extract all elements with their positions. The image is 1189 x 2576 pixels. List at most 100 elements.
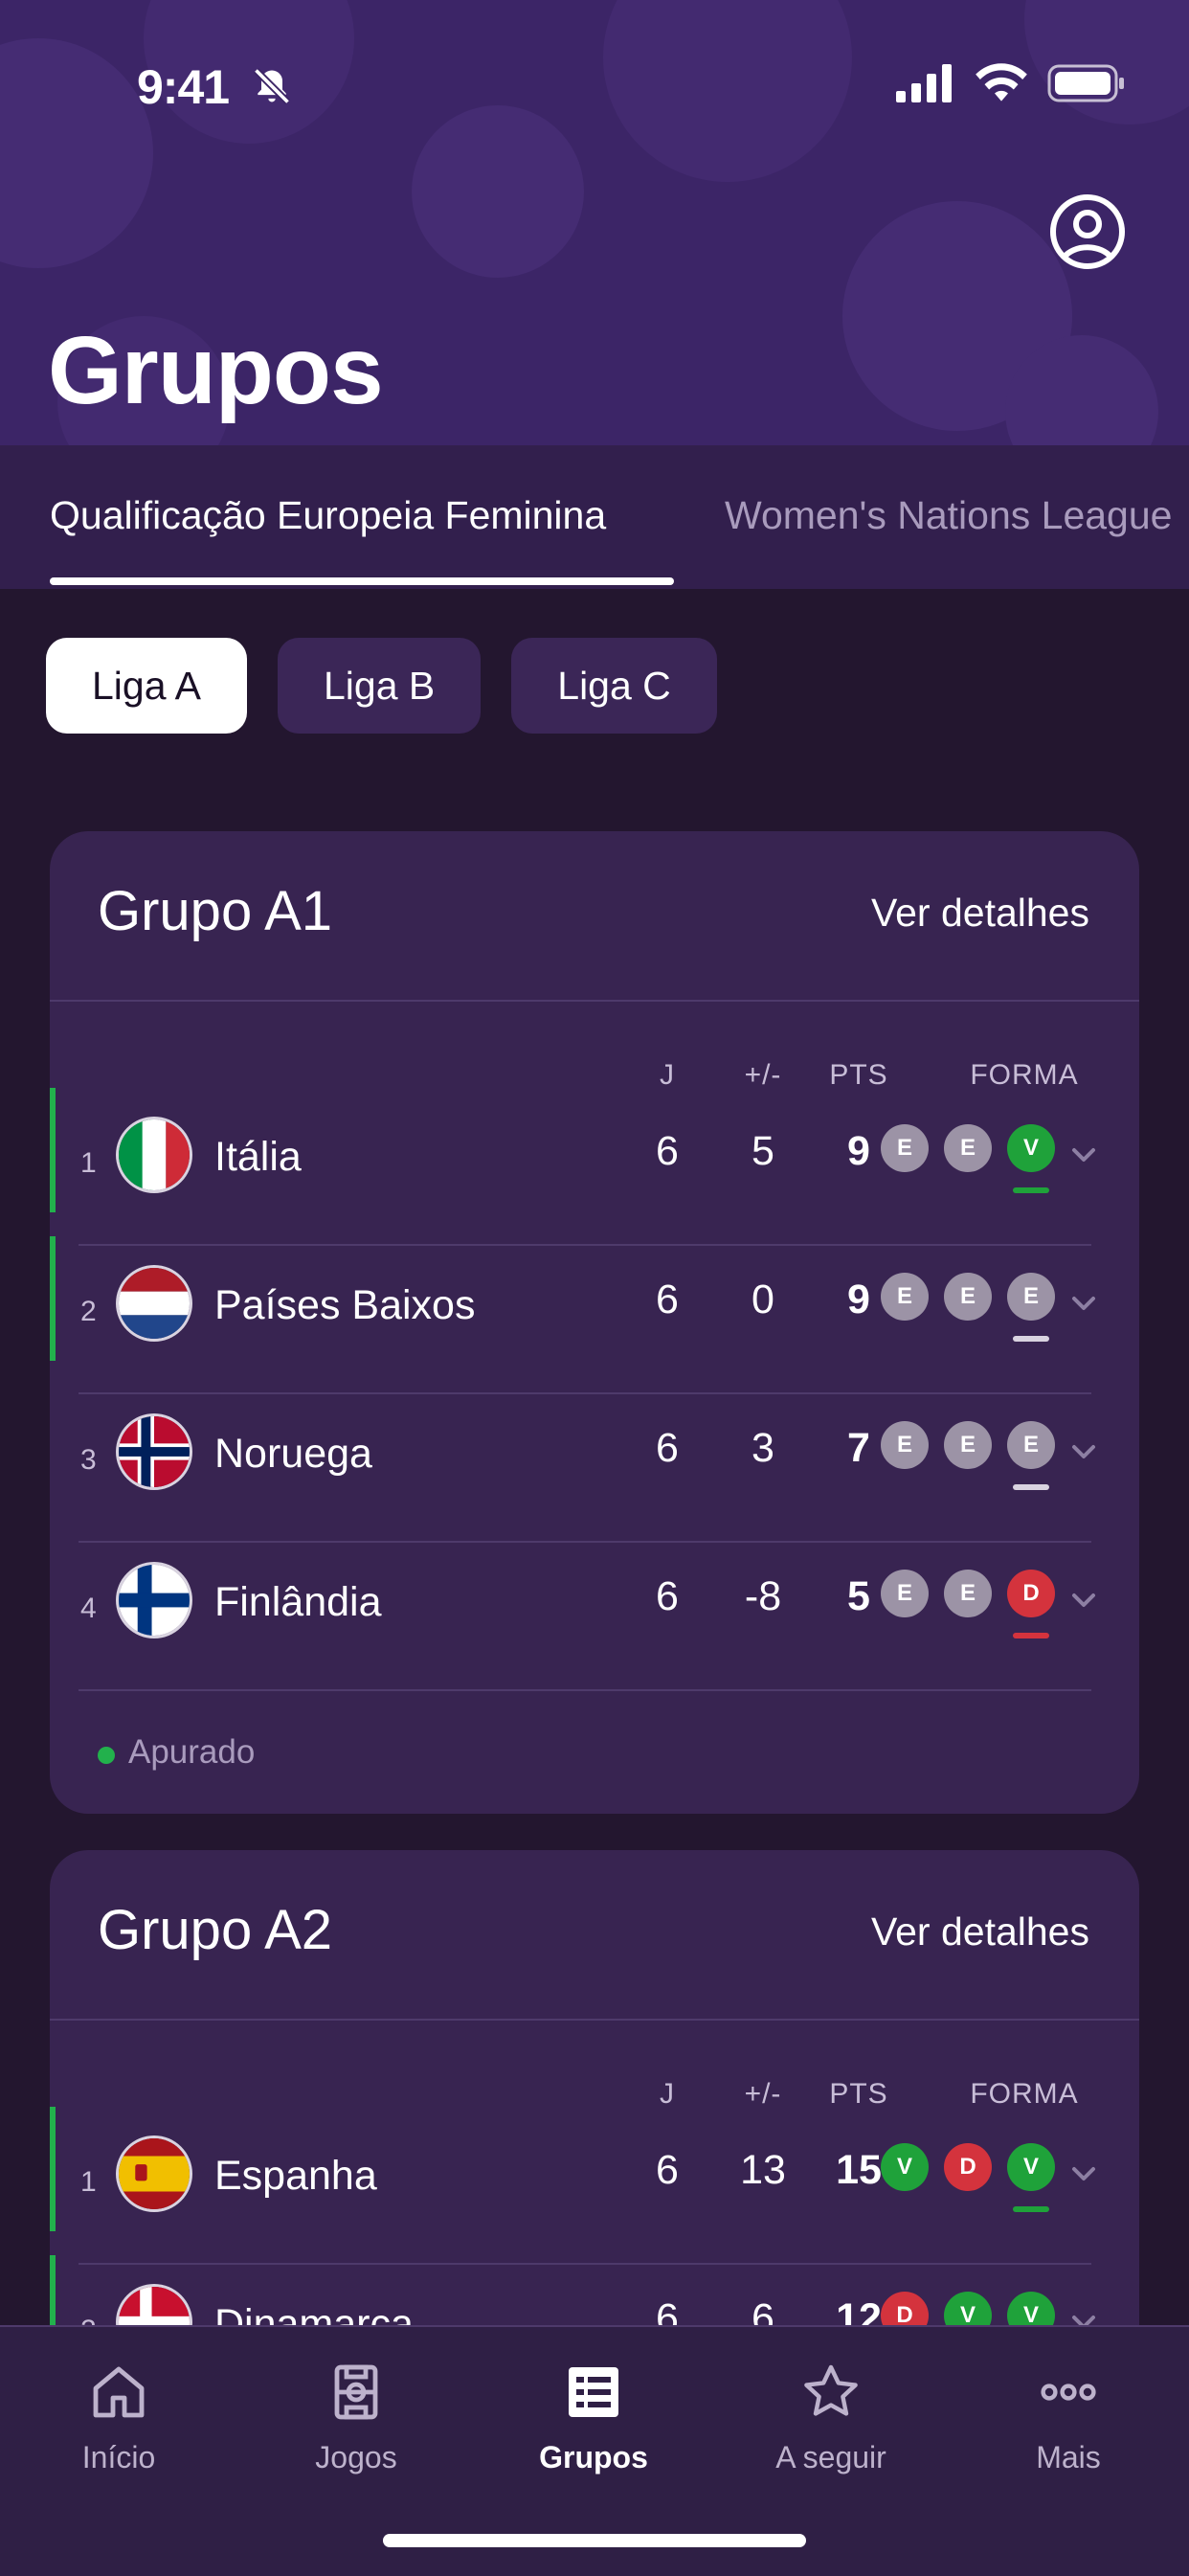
col-form: FORMA xyxy=(970,1059,1079,1091)
nav-mais[interactable]: Mais xyxy=(950,2327,1187,2519)
home-indicator xyxy=(383,2534,806,2547)
form-badges: EEV xyxy=(881,1124,1055,1193)
points: 7 xyxy=(847,1425,870,1471)
active-tab-indicator xyxy=(50,577,674,585)
pill-liga-c[interactable]: Liga C xyxy=(511,638,717,734)
form-badge: E xyxy=(944,1570,992,1617)
league-filter: Liga A Liga B Liga C xyxy=(46,638,717,734)
legend-text: Apurado xyxy=(128,1733,256,1771)
chevron-down-icon[interactable] xyxy=(1065,1433,1103,1471)
col-form: FORMA xyxy=(970,2078,1079,2110)
home-icon xyxy=(93,2366,145,2418)
qualified-indicator xyxy=(50,2107,56,2231)
games-played: 6 xyxy=(656,1277,679,1322)
status-icons xyxy=(896,63,1126,103)
tab-womens-nations-league[interactable]: Women's Nations League xyxy=(725,493,1172,538)
goal-difference: 3 xyxy=(752,1425,774,1471)
form-badge: E xyxy=(881,1421,929,1469)
form-badge: V xyxy=(881,2143,929,2191)
points: 9 xyxy=(847,1128,870,1174)
games-played: 6 xyxy=(656,2147,679,2193)
goal-difference: 5 xyxy=(752,1128,774,1174)
table-row[interactable]: 2 Países Baixos 6 0 9 E E E xyxy=(50,1236,1139,1394)
competition-tabs: Qualificação Europeia Feminina Women's N… xyxy=(0,445,1189,589)
star-icon xyxy=(804,2364,858,2416)
team-position: 1 xyxy=(80,2166,97,2198)
form-badge: E xyxy=(944,1421,992,1469)
group-title: Grupo A2 xyxy=(98,1899,333,1961)
points: 5 xyxy=(847,1573,870,1619)
col-j: J xyxy=(660,2078,675,2110)
goal-difference: -8 xyxy=(744,1573,782,1619)
table-header: J +/- PTS FORMA xyxy=(50,2021,1139,2116)
form-badge: D xyxy=(944,2143,992,2191)
goal-difference: 0 xyxy=(752,1277,774,1322)
wifi-icon xyxy=(976,63,1027,102)
games-played: 6 xyxy=(656,1425,679,1471)
group-card-header: Grupo A2 Ver detalhes xyxy=(50,1850,1139,2021)
list-icon xyxy=(569,2367,618,2417)
table-row[interactable]: 4 Finlândia 6 -8 5 E E D xyxy=(50,1543,1139,1691)
pill-liga-b[interactable]: Liga B xyxy=(278,638,482,734)
form-badges: EEE xyxy=(881,1273,1055,1342)
group-card-header: Grupo A1 Ver detalhes xyxy=(50,831,1139,1002)
team-position: 3 xyxy=(80,1444,97,1476)
form-badge: E xyxy=(1007,1421,1055,1490)
profile-icon[interactable] xyxy=(1049,193,1126,270)
pitch-icon xyxy=(334,2364,378,2420)
qualified-indicator xyxy=(50,1236,56,1361)
group-title: Grupo A1 xyxy=(98,880,333,942)
form-badge: E xyxy=(944,1124,992,1172)
flag-spain-icon xyxy=(119,2138,190,2209)
table-header: J +/- PTS FORMA xyxy=(50,1002,1139,1097)
form-badges: EED xyxy=(881,1570,1055,1638)
pill-liga-a[interactable]: Liga A xyxy=(46,638,247,734)
points: 9 xyxy=(847,1277,870,1322)
more-icon xyxy=(1041,2384,1096,2401)
see-details-link[interactable]: Ver detalhes xyxy=(871,891,1089,936)
qualified-dot xyxy=(98,1747,115,1764)
table-row[interactable]: 3 Noruega 6 3 7 E E E xyxy=(50,1394,1139,1543)
flag-norway-icon xyxy=(119,1416,190,1487)
page-title: Grupos xyxy=(48,317,384,424)
chevron-down-icon[interactable] xyxy=(1065,2155,1103,2193)
chevron-down-icon[interactable] xyxy=(1065,1136,1103,1174)
col-pts: PTS xyxy=(829,2078,888,2110)
see-details-link[interactable]: Ver detalhes xyxy=(871,1909,1089,1955)
flag-finland-icon xyxy=(119,1565,190,1636)
nav-a-seguir[interactable]: A seguir xyxy=(712,2327,950,2519)
team-name: Finlândia xyxy=(214,1579,382,1625)
team-position: 1 xyxy=(80,1147,97,1179)
col-pts: PTS xyxy=(829,1059,888,1091)
team-position: 2 xyxy=(80,1296,97,1327)
team-name: Países Baixos xyxy=(214,1282,476,1328)
table-row[interactable]: 1 Espanha 6 13 15 V D V xyxy=(50,2107,1139,2265)
group-card: Grupo A1 Ver detalhes J +/- PTS FORMA 1 Itália 6… xyxy=(50,831,1139,1814)
form-badge: E xyxy=(944,1273,992,1321)
form-badges: EEE xyxy=(881,1421,1055,1490)
nav-grupos[interactable]: Grupos xyxy=(475,2327,712,2519)
nav-inicio[interactable]: Início xyxy=(0,2327,237,2519)
legend: Apurado xyxy=(50,1691,1139,1814)
battery-icon xyxy=(1047,64,1124,102)
form-badge: E xyxy=(881,1124,929,1172)
header: 9:41 Grupos xyxy=(0,0,1189,445)
form-badges: VDV xyxy=(881,2143,1055,2212)
status-time: 9:41 xyxy=(137,60,230,114)
table-row[interactable]: 1 Itália 6 5 9 E E V xyxy=(50,1088,1139,1246)
tab-qualificacao-europeia-feminina[interactable]: Qualificação Europeia Feminina xyxy=(50,493,606,538)
col-j: J xyxy=(660,1059,675,1091)
team-name: Espanha xyxy=(214,2153,377,2199)
flag-italy-icon xyxy=(119,1119,190,1190)
chevron-down-icon[interactable] xyxy=(1065,1284,1103,1322)
points: 15 xyxy=(836,2147,882,2193)
team-name: Noruega xyxy=(214,1431,372,1477)
games-played: 6 xyxy=(656,1573,679,1619)
nav-jogos[interactable]: Jogos xyxy=(237,2327,475,2519)
form-badge: V xyxy=(1007,1124,1055,1193)
form-badge: E xyxy=(881,1273,929,1321)
chevron-down-icon[interactable] xyxy=(1065,1581,1103,1619)
form-badge: E xyxy=(1007,1273,1055,1342)
col-goal-diff: +/- xyxy=(744,2078,782,2110)
team-position: 4 xyxy=(80,1593,97,1624)
